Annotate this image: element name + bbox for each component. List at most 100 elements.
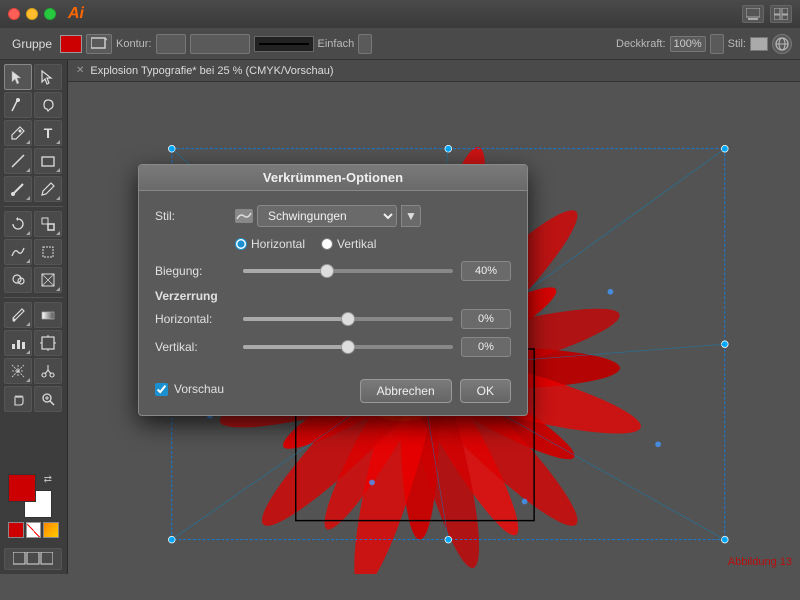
app-logo: Ai: [68, 5, 84, 23]
ok-button[interactable]: OK: [460, 379, 511, 403]
stroke-preview: [254, 36, 314, 52]
document-tab[interactable]: ✕ Explosion Typografie* bei 25 % (CMYK/V…: [68, 60, 800, 82]
horizontal-distort-value[interactable]: 0%: [461, 309, 511, 329]
close-button[interactable]: [8, 8, 20, 20]
opacity-select[interactable]: [710, 34, 724, 54]
horizontal-radio[interactable]: [235, 238, 247, 250]
change-screen-mode-btn[interactable]: [4, 548, 62, 570]
kontur-label: Kontur:: [116, 38, 151, 50]
document-tab-title: Explosion Typografie* bei 25 % (CMYK/Vor…: [90, 65, 333, 77]
text-tool[interactable]: T: [34, 120, 62, 146]
bar-graph-tool[interactable]: [4, 330, 32, 356]
vertikal-distort-row: Vertikal: 0%: [155, 337, 511, 357]
stil-label: Stil:: [728, 38, 746, 50]
direct-select-tool[interactable]: [34, 64, 62, 90]
horizontal-distort-thumb[interactable]: [341, 312, 355, 326]
scissors-tool[interactable]: [34, 358, 62, 384]
vorschau-row: Vorschau: [155, 382, 224, 396]
tool-row-8: [4, 267, 63, 293]
abbrechen-button[interactable]: Abbrechen: [360, 379, 452, 403]
artboard-tool[interactable]: [34, 330, 62, 356]
paintbrush-tool[interactable]: [4, 176, 32, 202]
canvas-area[interactable]: ✕ Explosion Typografie* bei 25 % (CMYK/V…: [68, 60, 800, 574]
live-paint-tool[interactable]: [34, 267, 62, 293]
rotate-tool[interactable]: [4, 211, 32, 237]
warp-tool[interactable]: [4, 239, 32, 265]
gradient-tool[interactable]: [34, 302, 62, 328]
horizontal-distort-label: Horizontal:: [155, 312, 235, 326]
stil-dropdown-btn[interactable]: ▼: [401, 205, 421, 227]
vertikal-distort-thumb[interactable]: [341, 340, 355, 354]
biegung-value[interactable]: 40%: [461, 261, 511, 281]
tool-row-7: [4, 239, 63, 265]
bottom-tools: [4, 548, 63, 570]
arrange-icon[interactable]: [770, 5, 792, 23]
fill-color[interactable]: [60, 35, 82, 53]
doc-browser-icon[interactable]: [742, 5, 764, 23]
none-color-btn[interactable]: [26, 522, 42, 538]
vorschau-checkbox[interactable]: [155, 383, 168, 396]
tool-row-4: [4, 148, 63, 174]
slice-tool[interactable]: [4, 358, 32, 384]
biegung-thumb[interactable]: [320, 264, 334, 278]
horizontal-distort-track[interactable]: [243, 317, 453, 321]
foreground-color-swatch[interactable]: [8, 474, 36, 502]
free-transform-tool[interactable]: [34, 239, 62, 265]
fullscreen-button[interactable]: [44, 8, 56, 20]
line-tool[interactable]: [4, 148, 32, 174]
group-label: Gruppe: [8, 37, 56, 51]
stroke-options-btn[interactable]: [86, 34, 112, 54]
verkruemmen-dialog[interactable]: Verkrümmen-Optionen Stil: Schwingungen: [138, 164, 528, 416]
stroke-style-select[interactable]: [358, 34, 372, 54]
zoom-tool[interactable]: [34, 386, 62, 412]
vertikal-radio[interactable]: [321, 238, 333, 250]
solid-color-btn[interactable]: [8, 522, 24, 538]
stil-icon: [235, 209, 253, 223]
tool-row-9: [4, 302, 63, 328]
vertikal-label: Vertikal: [337, 237, 376, 251]
scale-tool[interactable]: [34, 211, 62, 237]
lasso-tool[interactable]: [34, 92, 62, 118]
tool-divider-2: [4, 297, 63, 298]
dialog-body: Stil: Schwingungen ▼: [139, 191, 527, 415]
watermark: Abbildung 13: [728, 556, 792, 568]
magic-wand-tool[interactable]: [4, 92, 32, 118]
horizontal-radio-label[interactable]: Horizontal: [235, 237, 305, 251]
hand-tool[interactable]: [4, 386, 32, 412]
dialog-buttons: Abbrechen OK: [360, 379, 511, 403]
tool-row-6: [4, 211, 63, 237]
select-tool[interactable]: [4, 64, 32, 90]
main-toolbar: Gruppe Kontur: Einfach Deckkraft: 100% S…: [0, 28, 800, 60]
tab-close-icon[interactable]: ✕: [76, 65, 84, 76]
deckkraft-label: Deckkraft:: [616, 38, 666, 50]
vertikal-distort-value[interactable]: 0%: [461, 337, 511, 357]
stil-label: Stil:: [155, 209, 235, 223]
vertikal-distort-track[interactable]: [243, 345, 453, 349]
color-mode-row: [8, 522, 59, 538]
stroke-width-select[interactable]: [190, 34, 250, 54]
biegung-row: Biegung: 40%: [155, 261, 511, 281]
style-swatch[interactable]: [750, 37, 768, 51]
artwork-canvas[interactable]: Abbildung 13 Verkrümmen-Optionen Stil:: [68, 82, 800, 574]
mesh-color-btn[interactable]: [43, 522, 59, 538]
horizontal-label: Horizontal: [251, 237, 305, 251]
color-swatch-area: ⇄: [4, 470, 63, 542]
stroke-style-label: Einfach: [318, 38, 355, 50]
pen-tool[interactable]: [4, 120, 32, 146]
main-area: T: [0, 60, 800, 574]
swap-colors-icon[interactable]: ⇄: [44, 474, 52, 485]
stroke-weight-select[interactable]: [156, 34, 186, 54]
tool-row-10: [4, 330, 63, 356]
vertikal-distort-label: Vertikal:: [155, 340, 235, 354]
biegung-track[interactable]: [243, 269, 453, 273]
minimize-button[interactable]: [26, 8, 38, 20]
eyedropper-tool[interactable]: [4, 302, 32, 328]
pencil-tool[interactable]: [34, 176, 62, 202]
opacity-value[interactable]: 100%: [670, 36, 706, 52]
horizontal-distort-row: Horizontal: 0%: [155, 309, 511, 329]
stil-select[interactable]: Schwingungen: [257, 205, 397, 227]
workspace-btn[interactable]: [772, 34, 792, 54]
shape-tool[interactable]: [34, 148, 62, 174]
shape-builder-tool[interactable]: [4, 267, 32, 293]
vertikal-radio-label[interactable]: Vertikal: [321, 237, 376, 251]
